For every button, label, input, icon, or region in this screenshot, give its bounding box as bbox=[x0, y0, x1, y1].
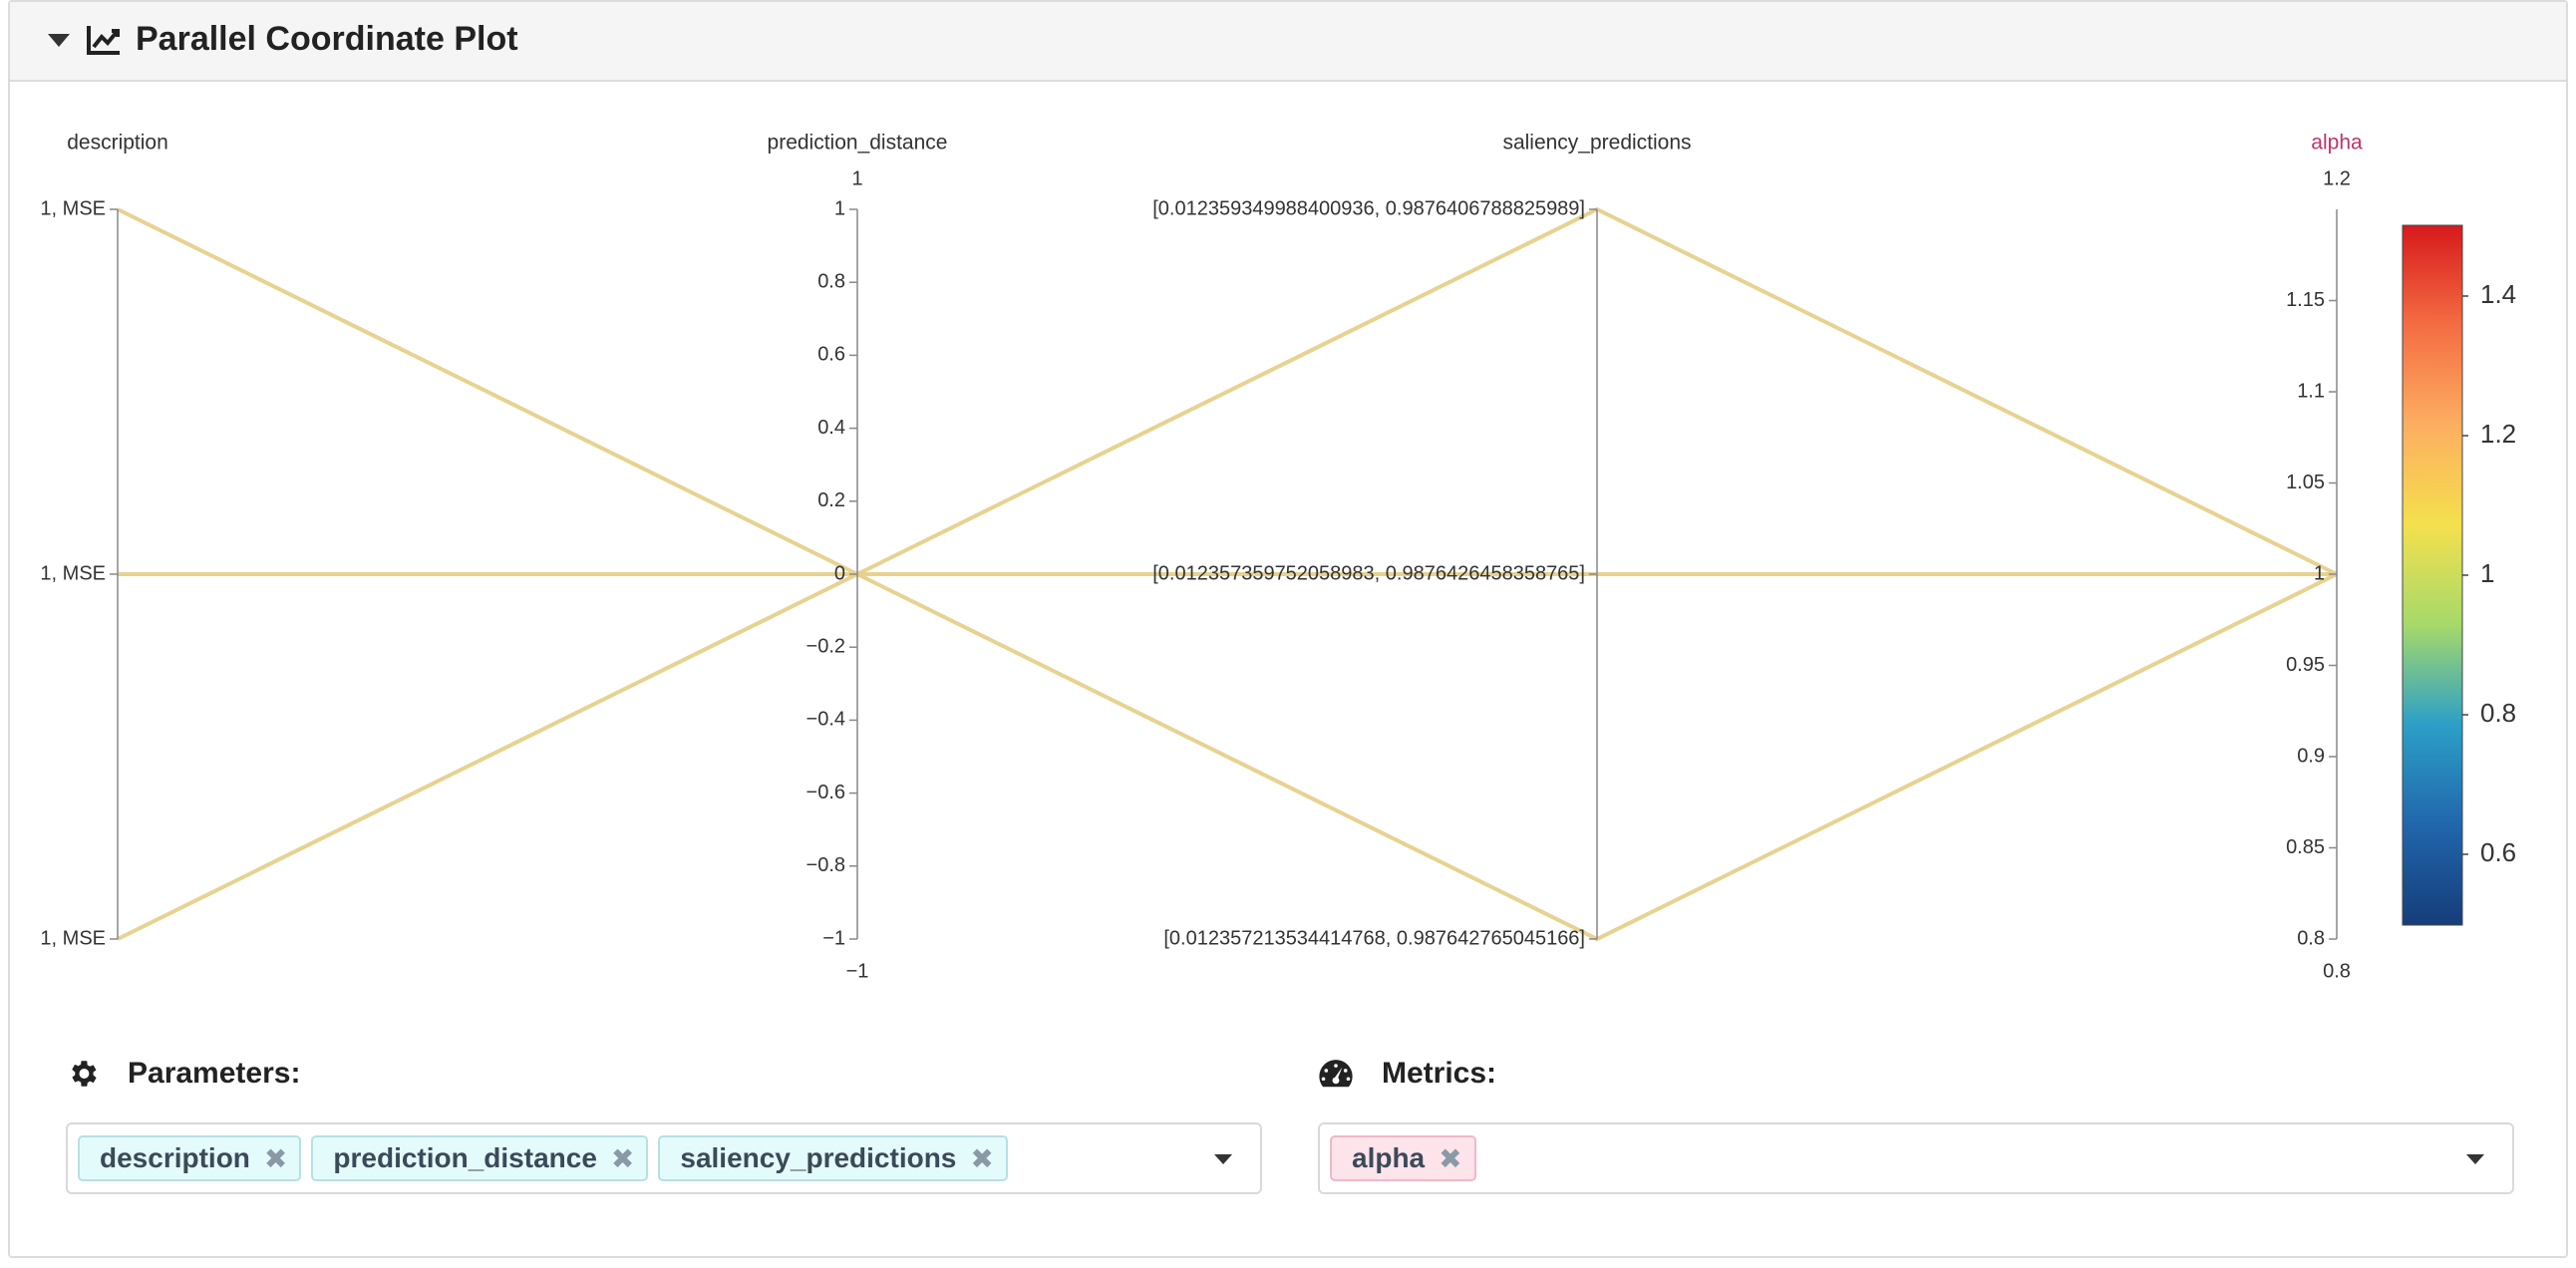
axis-range-bottom: 0.8 bbox=[2323, 960, 2351, 982]
tick-label: 1.05 bbox=[2286, 472, 2325, 493]
tick-label: −0.4 bbox=[806, 709, 845, 731]
parameters-chip-prediction-distance[interactable]: prediction_distance ✖ bbox=[311, 1135, 649, 1181]
tick-label: [0.012357213534414768, 0.987642765045166… bbox=[1163, 927, 1585, 949]
chip-label: saliency_predictions bbox=[680, 1142, 957, 1173]
parameters-chip-saliency-predictions[interactable]: saliency_predictions ✖ bbox=[658, 1135, 1008, 1181]
tick-label: 1, MSE bbox=[40, 562, 106, 584]
tick-label: [0.012359349988400936, 0.987640678882598… bbox=[1152, 197, 1585, 219]
tick-label: −1 bbox=[822, 927, 845, 949]
colorbar-tick-label: 0.6 bbox=[2480, 837, 2516, 867]
chevron-down-icon[interactable] bbox=[2466, 1154, 2484, 1164]
colorbar-tick-label: 0.8 bbox=[2480, 698, 2516, 728]
colorbar bbox=[2402, 224, 2463, 926]
axis-title: saliency_predictions bbox=[1502, 132, 1691, 155]
metrics-select[interactable]: alpha ✖ bbox=[1318, 1122, 2514, 1194]
gear-icon bbox=[72, 1061, 97, 1087]
tick-label: 1, MSE bbox=[40, 927, 106, 949]
tick-label: −0.8 bbox=[806, 854, 845, 876]
data-line bbox=[117, 571, 2338, 942]
tick-label: 0.85 bbox=[2286, 836, 2325, 858]
axis-title: alpha bbox=[2311, 132, 2363, 155]
tick-label: 1 bbox=[2314, 562, 2325, 584]
tick-label: −0.6 bbox=[806, 782, 845, 803]
axis-range-top: 1.2 bbox=[2323, 167, 2351, 189]
colorbar-tick-label: 1.4 bbox=[2480, 279, 2516, 309]
chip-label: alpha bbox=[1352, 1142, 1426, 1173]
tick-label: 0.8 bbox=[817, 270, 845, 292]
colorbar-tick-label: 1.2 bbox=[2480, 419, 2516, 449]
tick-label: 0.9 bbox=[2297, 745, 2325, 767]
tick-label: 0 bbox=[834, 562, 845, 584]
remove-chip-icon[interactable]: ✖ bbox=[1439, 1142, 1461, 1175]
metrics-label: Metrics: bbox=[1382, 1057, 1497, 1090]
remove-chip-icon[interactable]: ✖ bbox=[970, 1142, 993, 1175]
data-line bbox=[117, 206, 2338, 577]
axis-range-bottom: −1 bbox=[846, 960, 869, 982]
parameters-section: Parameters: bbox=[66, 1057, 300, 1091]
remove-chip-icon[interactable]: ✖ bbox=[611, 1142, 634, 1175]
parameters-label: Parameters: bbox=[128, 1057, 301, 1090]
tick-label: 0.95 bbox=[2286, 654, 2325, 676]
tick-label: 0.2 bbox=[817, 489, 845, 511]
parameters-select[interactable]: description ✖ prediction_distance ✖ saliency… bbox=[66, 1122, 1262, 1194]
tick-label: 1, MSE bbox=[40, 197, 106, 219]
tick-label: −0.2 bbox=[806, 635, 845, 657]
tick-label: [0.012357359752058983, 0.987642645835876… bbox=[1152, 562, 1585, 584]
dashboard-icon bbox=[1319, 1060, 1353, 1088]
tick-label: 1 bbox=[834, 197, 845, 219]
chip-label: description bbox=[100, 1142, 250, 1173]
metrics-section: Metrics: bbox=[1318, 1057, 1496, 1091]
metrics-chip-alpha[interactable]: alpha ✖ bbox=[1330, 1135, 1476, 1181]
axis-range-top: 1 bbox=[851, 167, 862, 189]
axis-title: description bbox=[67, 132, 168, 155]
tick-label: 0.4 bbox=[817, 417, 845, 439]
tick-label: 1.15 bbox=[2286, 289, 2325, 311]
chevron-down-icon[interactable] bbox=[1214, 1154, 1232, 1164]
tick-label: 0.6 bbox=[817, 344, 845, 366]
tick-label: 1.1 bbox=[2297, 380, 2325, 402]
colorbar-tick-label: 1 bbox=[2480, 558, 2494, 588]
chip-label: prediction_distance bbox=[333, 1142, 597, 1173]
parameters-chip-description[interactable]: description ✖ bbox=[78, 1135, 302, 1181]
remove-chip-icon[interactable]: ✖ bbox=[264, 1142, 287, 1175]
parallel-coordinate-plot[interactable]: description 1, MSE 1, MSE 1, MSE prediction_… bbox=[0, 0, 2576, 997]
axis-title: prediction_distance bbox=[768, 132, 948, 155]
tick-label: 0.8 bbox=[2297, 927, 2325, 949]
